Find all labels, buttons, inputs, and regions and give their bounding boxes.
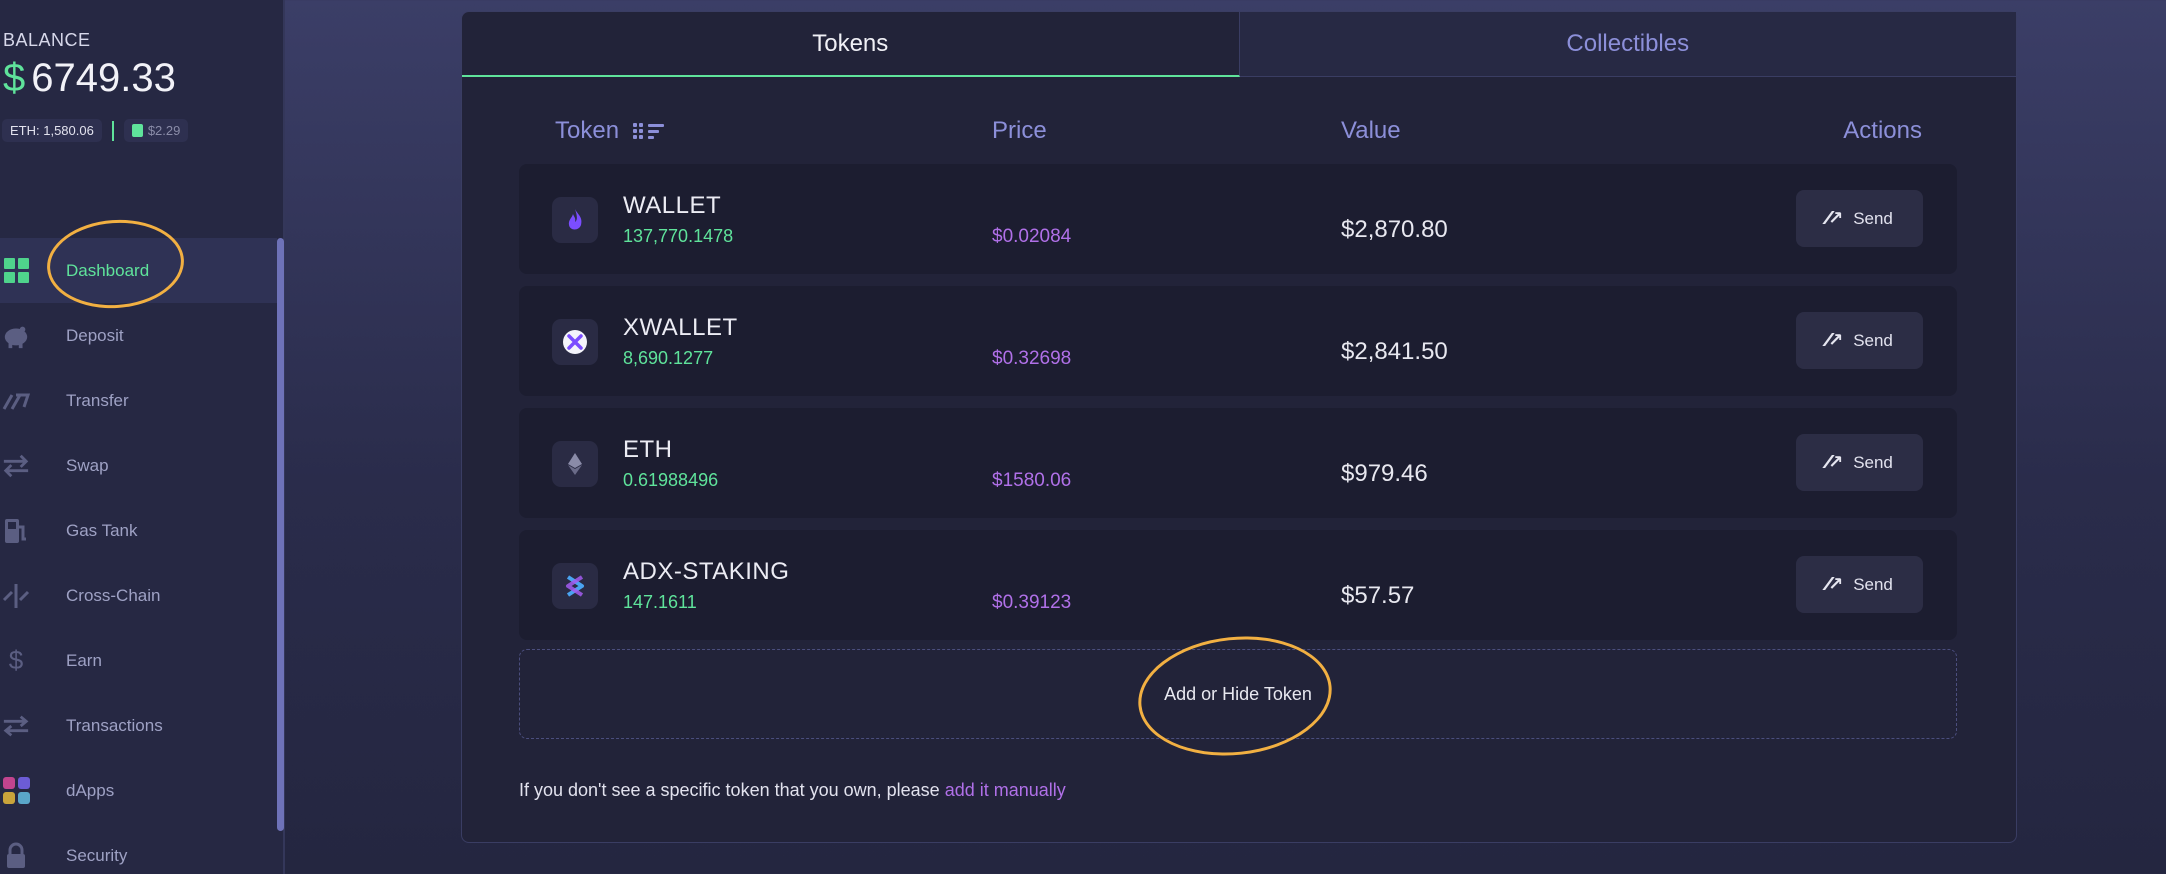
gas-price-chip: $2.29: [123, 119, 189, 142]
sidebar-item-transactions[interactable]: Transactions: [0, 693, 277, 758]
adx-icon: [552, 563, 598, 609]
send-button[interactable]: ⁄⁄↗ Send: [1796, 434, 1923, 491]
gas-price-value: $2.29: [147, 123, 181, 138]
sidebar-item-security[interactable]: Security: [0, 823, 277, 874]
sidebar-item-label: Deposit: [66, 325, 124, 345]
manual-add-note: If you don't see a specific token that y…: [519, 780, 1066, 801]
table-header: Token Price Value Actions: [462, 77, 2016, 177]
sidebar-item-deposit[interactable]: Deposit: [0, 303, 277, 368]
sort-icon[interactable]: [633, 123, 665, 139]
apps-grid-icon: [2, 777, 30, 805]
token-balance: 147.1611: [623, 592, 697, 612]
balance-amount: $6749.33: [3, 56, 176, 101]
send-button[interactable]: ⁄⁄↗ Send: [1796, 190, 1923, 247]
sidebar-item-earn[interactable]: $ Earn: [0, 628, 277, 693]
sidebar-item-dapps[interactable]: dApps: [0, 758, 277, 823]
token-price: $0.32698: [992, 348, 1072, 369]
currency-symbol: $: [3, 56, 26, 100]
network-info: ETH: 1,580.06 $2.29: [2, 119, 189, 142]
send-icon: ⁄⁄↗: [1826, 574, 1843, 594]
manual-add-note-text: If you don't see a specific token that y…: [519, 780, 945, 800]
token-balance: 0.61988496: [623, 470, 719, 490]
tab-bar: Tokens Collectibles: [462, 12, 2016, 77]
swap-icon: [2, 452, 30, 480]
sidebar-item-swap[interactable]: Swap: [0, 433, 277, 498]
table-row: ADX-STAKING 147.1611 $0.39123 $57.57 ⁄⁄↗…: [519, 530, 1957, 640]
column-header-token: Token: [555, 117, 665, 145]
sidebar-item-label: dApps: [66, 780, 115, 800]
balance-value: 6749.33: [31, 56, 176, 100]
token-name: WALLET: [623, 192, 722, 219]
token-value: $57.57: [1341, 582, 1415, 609]
sidebar-item-dashboard[interactable]: Dashboard: [0, 238, 277, 303]
chip-divider: [111, 120, 114, 141]
add-or-hide-token-button[interactable]: Add or Hide Token: [519, 649, 1957, 739]
sidebar-item-label: Security: [66, 845, 128, 865]
send-icon: ⁄⁄↗: [1826, 330, 1843, 350]
table-row: WALLET 137,770.1478 $0.02084 $2,870.80 ⁄…: [519, 164, 1957, 274]
sidebar-item-label: Cross-Chain: [66, 585, 161, 605]
column-header-price: Price: [992, 117, 1047, 144]
xwallet-icon: [552, 319, 598, 365]
send-button-label: Send: [1853, 452, 1893, 472]
send-button-label: Send: [1853, 574, 1893, 594]
transfer-icon: [2, 387, 30, 415]
token-price: $0.02084: [992, 226, 1072, 247]
gas-pump-icon: [131, 124, 143, 137]
dollar-icon: $: [8, 645, 24, 675]
cross-chain-icon: [2, 582, 30, 610]
token-balance: 8,690.1277: [623, 348, 714, 368]
token-name: ADX-STAKING: [623, 558, 790, 585]
token-name: XWALLET: [623, 314, 738, 341]
send-button-label: Send: [1853, 330, 1893, 350]
token-price: $1580.06: [992, 470, 1072, 491]
token-name: ETH: [623, 436, 673, 463]
wallet-flame-icon: [552, 197, 598, 243]
sidebar-scrollbar[interactable]: [277, 238, 284, 831]
send-button-label: Send: [1853, 208, 1893, 228]
token-price: $0.39123: [992, 592, 1072, 613]
column-header-actions: Actions: [1843, 117, 1922, 144]
sidebar-item-label: Transfer: [66, 390, 129, 410]
dashboard-icon: [2, 257, 30, 285]
piggy-bank-icon: [2, 322, 30, 350]
sidebar-item-label: Dashboard: [66, 260, 150, 280]
sidebar-item-label: Transactions: [66, 715, 163, 735]
token-value: $979.46: [1341, 460, 1428, 487]
column-header-token-label: Token: [555, 117, 620, 144]
sidebar-nav: Dashboard Deposit Transfer Swap Gas Tank: [0, 238, 277, 874]
token-list: WALLET 137,770.1478 $0.02084 $2,870.80 ⁄…: [519, 164, 1957, 652]
gas-pump-icon: [2, 517, 30, 545]
eth-price-chip: ETH: 1,580.06: [2, 119, 102, 142]
tab-tokens[interactable]: Tokens: [462, 12, 1240, 77]
sidebar-item-label: Gas Tank: [66, 520, 138, 540]
token-value: $2,870.80: [1341, 216, 1448, 243]
sidebar-item-cross-chain[interactable]: Cross-Chain: [0, 563, 277, 628]
sidebar-item-label: Earn: [66, 650, 102, 670]
tokens-card: Tokens Collectibles Token Price Value Ac…: [461, 11, 2017, 843]
table-row: XWALLET 8,690.1277 $0.32698 $2,841.50 ⁄⁄…: [519, 286, 1957, 396]
tab-collectibles[interactable]: Collectibles: [1239, 12, 2016, 77]
sidebar-item-gas-tank[interactable]: Gas Tank: [0, 498, 277, 563]
send-icon: ⁄⁄↗: [1826, 452, 1843, 472]
transactions-icon: [2, 712, 30, 740]
lock-icon: [2, 842, 30, 870]
table-row: ETH 0.61988496 $1580.06 $979.46 ⁄⁄↗ Send: [519, 408, 1957, 518]
token-balance: 137,770.1478: [623, 226, 734, 246]
sidebar: BALANCE $6749.33 ETH: 1,580.06 $2.29 Das…: [0, 0, 285, 874]
send-icon: ⁄⁄↗: [1826, 208, 1843, 228]
balance-label: BALANCE: [3, 30, 91, 50]
column-header-value: Value: [1341, 117, 1401, 144]
sidebar-item-label: Swap: [66, 455, 109, 475]
add-manually-link[interactable]: add it manually: [945, 780, 1066, 800]
ethereum-icon: [552, 441, 598, 487]
sidebar-item-transfer[interactable]: Transfer: [0, 368, 277, 433]
send-button[interactable]: ⁄⁄↗ Send: [1796, 556, 1923, 613]
send-button[interactable]: ⁄⁄↗ Send: [1796, 312, 1923, 369]
token-value: $2,841.50: [1341, 338, 1448, 365]
